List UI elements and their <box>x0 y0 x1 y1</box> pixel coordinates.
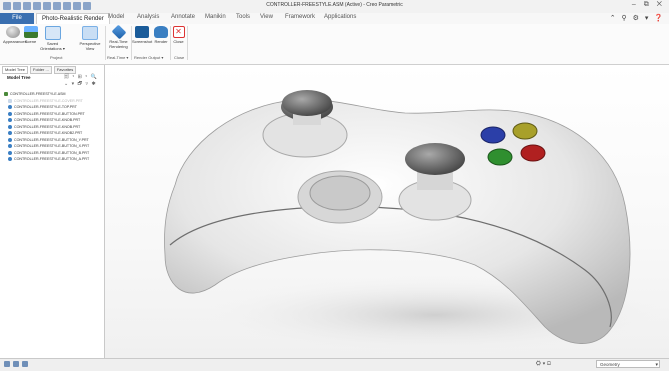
part-icon <box>8 124 12 129</box>
selection-filter-dropdown[interactable]: Geometry ▾ <box>596 360 660 368</box>
part-icon <box>8 118 12 123</box>
part-icon <box>8 105 12 110</box>
controller-render <box>164 90 669 355</box>
saved-orientations-button[interactable]: Saved Orientations ▾ <box>39 26 66 51</box>
scene-button[interactable]: Scene <box>23 26 38 44</box>
appearances-button[interactable]: Appearances <box>3 26 27 44</box>
scene-icon <box>23 26 38 38</box>
close-icon: ✕ <box>172 26 185 38</box>
part-icon <box>8 131 12 136</box>
tab-folder-browser[interactable]: Folder ... <box>30 66 52 74</box>
tab-analysis[interactable]: Analysis <box>137 14 159 20</box>
status-left-icons <box>4 361 28 367</box>
model-tree-title: Model Tree <box>7 75 31 80</box>
window-title: CONTROLLER-FREESTYLE.ASM (Active) - Creo… <box>266 2 403 8</box>
render-button[interactable]: Render <box>153 26 169 44</box>
ribbon-tabs: File Photo-Realistic Render Model Analys… <box>0 13 669 25</box>
full-screen-icon[interactable] <box>22 361 28 367</box>
status-bar: ⛭ ▾ ⊡ Geometry ▾ <box>0 358 669 371</box>
right-stick-cap <box>405 143 465 175</box>
model-tree-panel: Model Tree Folder ... Favorites Model Tr… <box>0 65 105 358</box>
perspective-view-icon <box>82 26 98 40</box>
part-icon <box>8 137 12 142</box>
appearances-icon <box>6 26 20 38</box>
saved-orientations-icon <box>44 26 61 40</box>
show-navigator-icon[interactable] <box>4 361 10 367</box>
part-icon <box>8 111 12 116</box>
real-time-rendering-button[interactable]: Real-Time Rendering <box>107 24 130 49</box>
tab-tools[interactable]: Tools <box>236 14 250 20</box>
panel-tabs: Model Tree Folder ... Favorites <box>2 66 77 74</box>
part-icon <box>8 150 12 155</box>
tab-manikin[interactable]: Manikin <box>205 14 226 20</box>
tab-file[interactable]: File <box>0 13 34 24</box>
button-y-yellow <box>512 122 538 140</box>
button-b-red <box>520 144 546 162</box>
assembly-icon <box>4 92 8 97</box>
show-browser-icon[interactable] <box>13 361 19 367</box>
tab-framework[interactable]: Framework <box>285 14 315 20</box>
perspective-view-button[interactable]: Perspective View <box>77 26 103 51</box>
tab-model-tree[interactable]: Model Tree <box>2 66 29 74</box>
tree-item-part[interactable]: CONTROLLER-FREESTYLE-BUTTON_A.PRT <box>4 156 89 163</box>
ribbon-separator <box>187 26 188 60</box>
model-tree-filter-tools[interactable]: ⌄ ▾ 🗗 ▿ ✱ <box>64 81 97 89</box>
graphics-viewport[interactable] <box>105 65 669 358</box>
tab-view[interactable]: View <box>260 14 273 20</box>
ribbon: Appearances Scene Saved Orientations ▾ P… <box>0 24 669 65</box>
group-label-close: Close <box>174 55 185 60</box>
tab-applications[interactable]: Applications <box>324 14 356 20</box>
group-label-project: Project <box>50 55 63 60</box>
window-controls[interactable]: – ⧉ ✕ <box>632 1 665 9</box>
left-stick-cap <box>282 90 332 116</box>
tab-favorites[interactable]: Favorites <box>53 66 77 74</box>
part-icon <box>8 144 12 149</box>
tab-annotate[interactable]: Annotate <box>171 14 195 20</box>
group-label-render-output[interactable]: Render Output ▾ <box>134 55 163 60</box>
selection-filter-value: Geometry <box>600 362 620 367</box>
ribbon-separator <box>105 26 106 60</box>
ribbon-right-tools[interactable]: ⌃ ⚲ ⚙ ▾ ❓ <box>610 14 665 22</box>
button-a-green <box>487 148 513 166</box>
camera-icon <box>135 26 149 38</box>
group-label-real-time[interactable]: Real-Time ▾ <box>107 55 128 60</box>
title-bar: CONTROLLER-FREESTYLE.ASM (Active) - Creo… <box>0 0 669 14</box>
status-tools[interactable]: ⛭ ▾ ⊡ <box>536 361 551 368</box>
real-time-rendering-icon <box>111 24 126 40</box>
render-teapot-icon <box>154 26 168 38</box>
part-icon <box>8 98 12 103</box>
screenshot-button[interactable]: Screenshot <box>132 26 152 44</box>
button-x-blue <box>480 126 506 144</box>
part-icon <box>8 157 12 162</box>
tab-model[interactable]: Model <box>108 14 124 20</box>
model-tree: CONTROLLER-FREESTYLE.ASM CONTROLLER-FREE… <box>4 91 89 163</box>
close-button[interactable]: ✕ Close <box>171 26 186 44</box>
dpad <box>309 175 371 211</box>
chevron-down-icon: ▾ <box>655 362 658 368</box>
